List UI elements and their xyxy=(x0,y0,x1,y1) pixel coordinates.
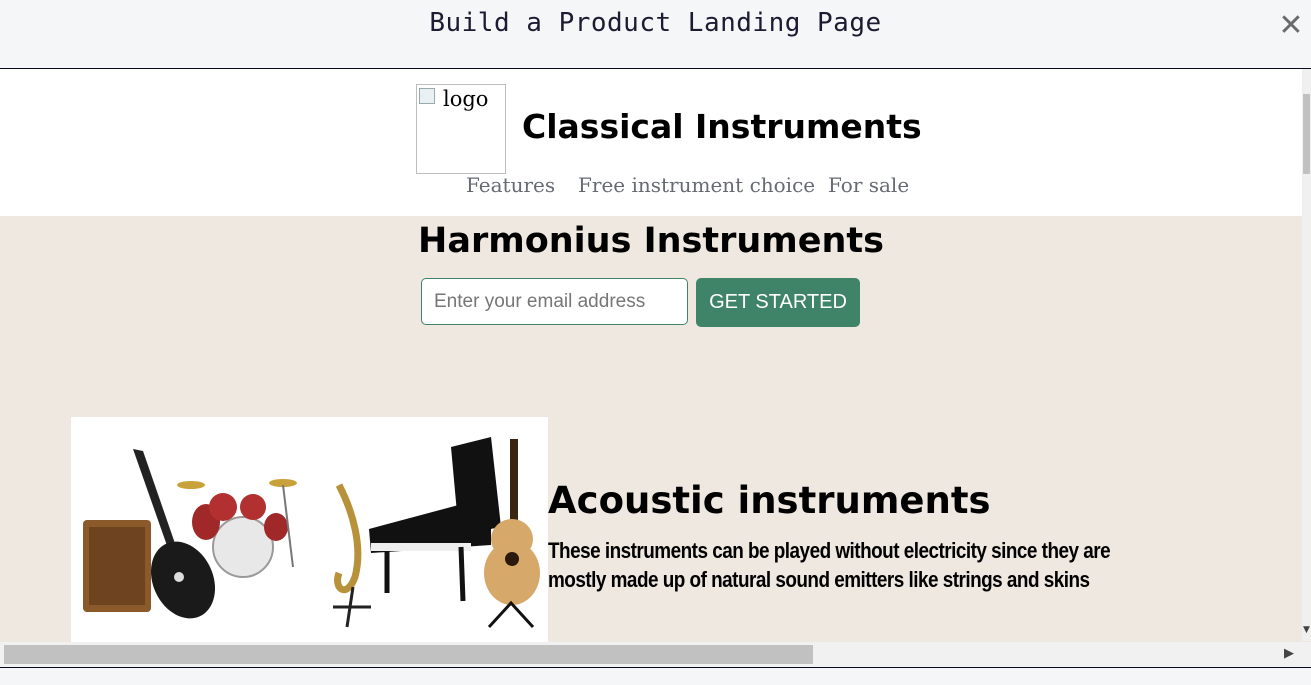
close-icon[interactable]: ✕ xyxy=(1271,6,1311,46)
nav-link-for-sale[interactable]: For sale xyxy=(828,173,909,197)
nav-link-free-instrument-choice[interactable]: Free instrument choice xyxy=(578,173,815,197)
preview-title: Build a Product Landing Page xyxy=(429,8,882,38)
scrollbar-corner xyxy=(1302,642,1311,667)
page-header: logo Classical Instruments Features Free… xyxy=(0,69,1302,216)
musical-instruments-image xyxy=(71,417,548,643)
vertical-scrollbar[interactable]: ▼ xyxy=(1302,69,1311,641)
site-title: Classical Instruments xyxy=(522,107,922,146)
horizontal-scrollbar[interactable]: ▶ xyxy=(0,642,1302,667)
feature-title: Acoustic instruments xyxy=(548,479,991,522)
scroll-down-arrow-icon[interactable]: ▼ xyxy=(1303,625,1310,635)
header-logo: logo xyxy=(416,84,506,174)
feature-description: These instruments can be played without … xyxy=(548,538,1111,592)
preview-bottom-border xyxy=(0,667,1311,668)
horizontal-scroll-thumb[interactable] xyxy=(4,645,813,664)
vertical-scroll-thumb[interactable] xyxy=(1303,94,1310,174)
email-input[interactable] xyxy=(421,278,688,325)
preview-frame: logo Classical Instruments Features Free… xyxy=(0,69,1311,667)
preview-title-bar: Build a Product Landing Page ✕ xyxy=(0,0,1311,69)
instruments-illustration xyxy=(71,417,548,643)
get-started-button[interactable]: GET STARTED xyxy=(696,278,860,327)
scroll-right-arrow-icon[interactable]: ▶ xyxy=(1284,646,1294,661)
broken-image-icon xyxy=(419,88,435,104)
logo-alt-text: logo xyxy=(443,87,489,111)
nav-link-features[interactable]: Features xyxy=(466,173,555,197)
hero-title: Harmonius Instruments xyxy=(418,221,884,261)
